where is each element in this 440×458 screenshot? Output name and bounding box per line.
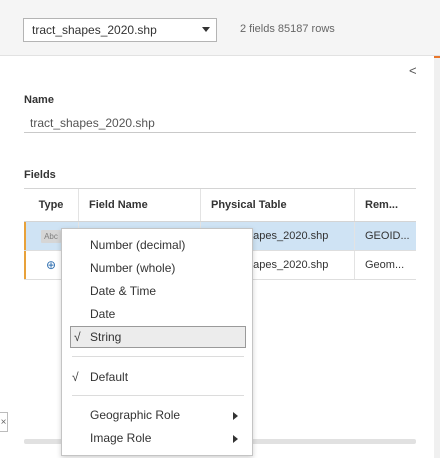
menu-item-date[interactable]: Date bbox=[62, 303, 252, 325]
menu-item-geographic-role[interactable]: Geographic Role bbox=[62, 404, 252, 426]
menu-item-label: Geographic Role bbox=[90, 408, 181, 422]
chevron-right-icon bbox=[233, 435, 238, 443]
header-field-name[interactable]: Field Name bbox=[78, 189, 200, 221]
table-select-dropdown[interactable]: tract_shapes_2020.shp bbox=[23, 18, 217, 42]
name-value[interactable]: tract_shapes_2020.shp bbox=[30, 116, 155, 130]
chevron-right-icon bbox=[233, 412, 238, 420]
physical-table-value: hapes_2020.shp bbox=[247, 259, 329, 271]
header-remote-field-name[interactable]: Rem... bbox=[354, 189, 416, 221]
menu-item-label: Date & Time bbox=[90, 284, 157, 298]
name-underline bbox=[24, 132, 416, 133]
name-label: Name bbox=[24, 94, 54, 106]
menu-item-label: String bbox=[90, 330, 122, 344]
remote-field-cell: Geom... bbox=[354, 251, 416, 279]
right-edge-panel bbox=[434, 56, 440, 458]
table-select-value: tract_shapes_2020.shp bbox=[32, 23, 157, 37]
menu-item-number-decimal[interactable]: Number (decimal) bbox=[62, 234, 252, 256]
table-row-count: 2 fields 85187 rows bbox=[240, 23, 335, 35]
menu-item-string[interactable]: √ String bbox=[70, 326, 246, 348]
menu-item-label: Number (whole) bbox=[90, 261, 176, 275]
header-physical-table[interactable]: Physical Table bbox=[200, 189, 354, 221]
physical-table-value: hapes_2020.shp bbox=[247, 230, 329, 242]
menu-item-label: Image Role bbox=[90, 431, 152, 445]
menu-item-label: Date bbox=[90, 307, 116, 321]
menu-item-number-whole[interactable]: Number (whole) bbox=[62, 257, 252, 279]
menu-item-date-time[interactable]: Date & Time bbox=[62, 280, 252, 302]
menu-item-image-role[interactable]: Image Role bbox=[62, 427, 252, 449]
remote-field-cell: GEOID... bbox=[354, 222, 416, 250]
checkmark-icon: √ bbox=[74, 330, 81, 344]
data-source-toolbar: tract_shapes_2020.shp 2 fields 85187 row… bbox=[0, 0, 440, 56]
menu-item-default[interactable]: √ Default bbox=[62, 366, 252, 388]
collapse-panel-icon[interactable]: < bbox=[409, 63, 417, 78]
menu-item-label: Number (decimal) bbox=[90, 238, 186, 252]
data-type-context-menu: Number (decimal) Number (whole) Date & T… bbox=[61, 228, 253, 456]
menu-separator bbox=[72, 395, 244, 396]
globe-icon[interactable]: ⊕ bbox=[46, 258, 56, 272]
string-type-icon[interactable]: Abc bbox=[41, 229, 61, 243]
fields-label: Fields bbox=[24, 169, 56, 181]
checkmark-icon: √ bbox=[72, 370, 79, 384]
menu-item-label: Default bbox=[90, 370, 129, 384]
close-icon[interactable]: × bbox=[0, 412, 8, 432]
table-header-row: Type Field Name Physical Table Rem... bbox=[24, 188, 416, 222]
orange-accent-mark bbox=[434, 56, 440, 58]
chevron-down-icon bbox=[202, 27, 210, 32]
header-type[interactable]: Type bbox=[24, 189, 78, 221]
menu-separator bbox=[72, 356, 244, 357]
